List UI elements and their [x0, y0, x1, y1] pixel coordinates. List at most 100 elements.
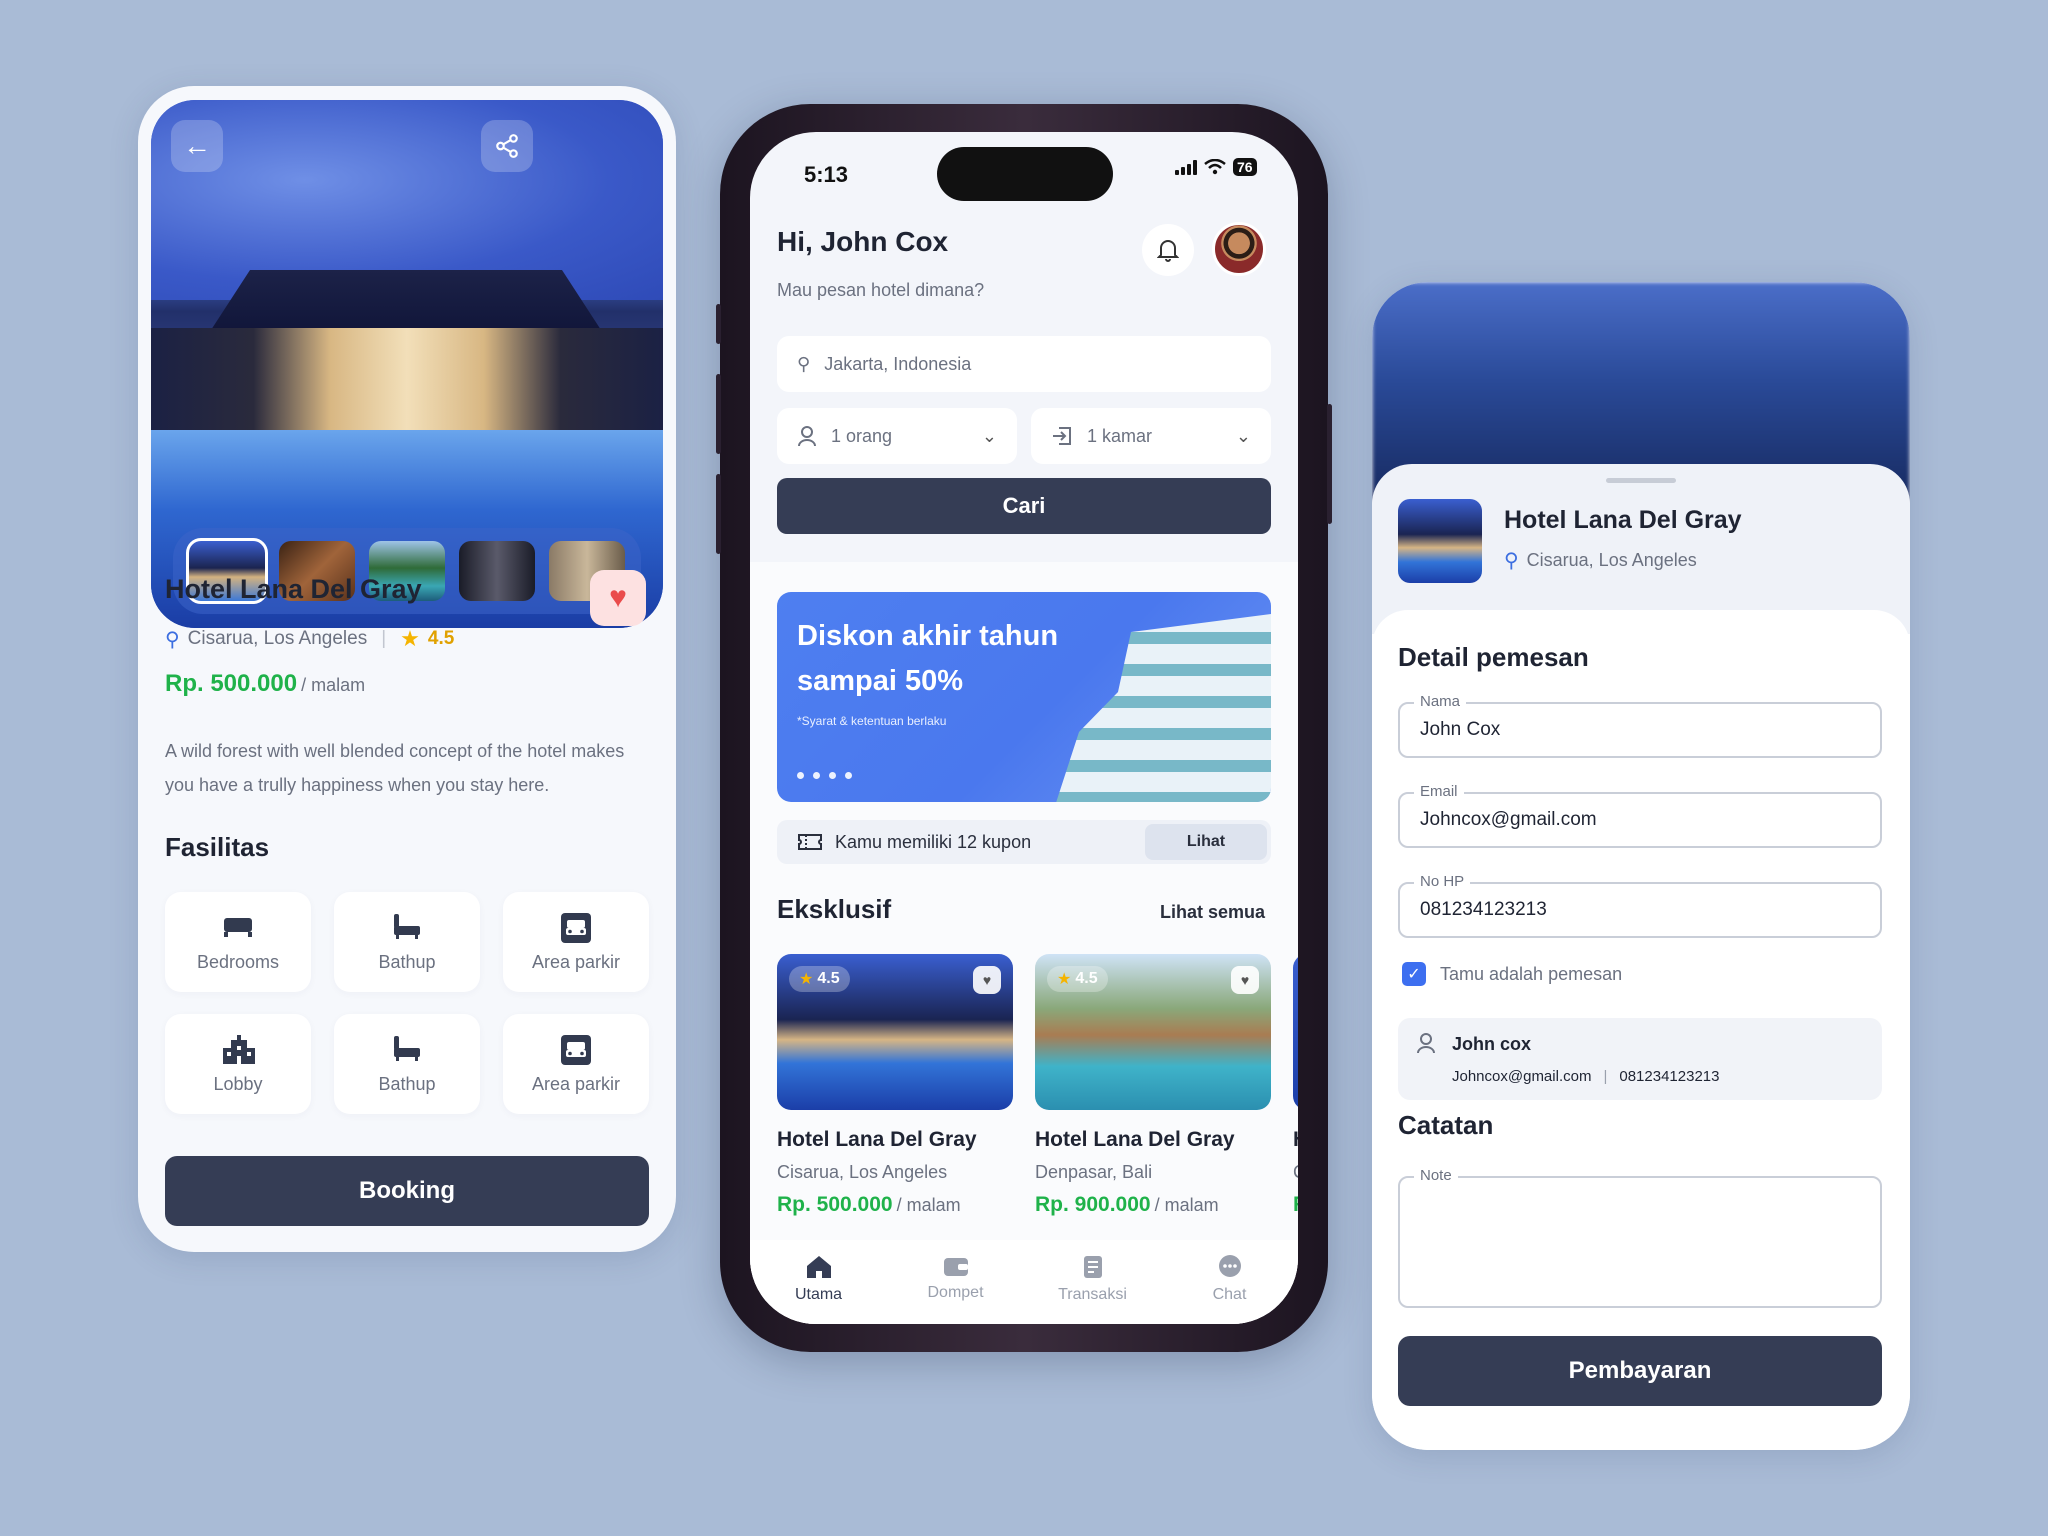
booking-form-card: Hotel Lana Del Gray ⚲ Cisarua, Los Angel… — [1372, 282, 1910, 1450]
hotel-card-name: Hotel Lana Del Gray — [777, 1128, 977, 1151]
avatar[interactable] — [1212, 222, 1266, 276]
wallet-icon — [943, 1258, 968, 1276]
facility-item[interactable]: Bathup — [334, 892, 480, 992]
heart-icon: ♥ — [609, 581, 627, 614]
price-value: Rp. 900.000 — [1035, 1193, 1151, 1216]
hotel-card[interactable]: ★ 4.5 ♥ Hotel Lana Del Gray Denpasar, Bal… — [1035, 954, 1271, 1217]
rooms-value: 1 kamar — [1087, 425, 1153, 446]
hotel-location: Cisarua, Los Angeles — [1526, 550, 1697, 570]
guest-is-booker-row: ✓ Tamu adalah pemesan — [1402, 962, 1622, 986]
separator: | — [381, 628, 387, 649]
carousel-dots[interactable] — [797, 772, 852, 779]
bathtub-icon — [390, 1034, 424, 1064]
location-input[interactable]: ⚲ Jakarta, Indonesia — [777, 336, 1271, 392]
facility-item[interactable]: Bathup — [334, 1014, 480, 1114]
promo-banner[interactable]: Diskon akhir tahun sampai 50% *Syarat & … — [777, 592, 1271, 802]
see-all-link[interactable]: Lihat semua — [1160, 902, 1265, 923]
location-pin-icon: ⚲ — [1504, 550, 1519, 572]
field-label: Note — [1414, 1167, 1458, 1184]
facility-item[interactable]: Lobby — [165, 1014, 311, 1114]
phone-field[interactable]: No HP 081234123213 — [1398, 873, 1882, 938]
form-body: Detail pemesan Nama John Cox Email Johnc… — [1372, 610, 1910, 1450]
hotel-card-name: H — [1293, 1128, 1298, 1152]
note-textarea[interactable]: Note — [1398, 1167, 1882, 1308]
hotel-price: Rp. 500.000 / malam — [165, 670, 365, 698]
hotel-summary: Hotel Lana Del Gray ⚲ Cisarua, Los Angel… — [1372, 464, 1910, 634]
star-icon: ★ — [799, 971, 814, 988]
search-button[interactable]: Cari — [777, 478, 1271, 534]
check-icon: ✓ — [1407, 966, 1421, 983]
car-icon — [559, 1034, 593, 1065]
facility-label: Bathup — [378, 951, 436, 972]
facility-item[interactable]: Bedrooms — [165, 892, 311, 992]
hotel-location-row: ⚲ Cisarua, Los Angeles — [1504, 548, 1697, 573]
tab-transaksi[interactable]: Transaksi — [1043, 1254, 1143, 1324]
favorite-button[interactable]: ♥ — [973, 966, 1001, 994]
field-label: Email — [1414, 783, 1464, 800]
user-icon — [798, 426, 816, 447]
favorite-button[interactable]: ♥ — [1231, 966, 1259, 994]
price-unit: / malam — [896, 1195, 961, 1215]
location-value: Jakarta, Indonesia — [824, 353, 972, 374]
field-value: Johncox@gmail.com — [1420, 809, 1597, 830]
greeting-subtitle: Mau pesan hotel dimana? — [777, 280, 985, 300]
payment-button[interactable]: Pembayaran — [1398, 1336, 1882, 1406]
facility-label: Area parkir — [531, 951, 621, 972]
hotel-detail-card: ← Hotel Lana Del Gray ♥ ⚲ Cisarua, Los A… — [138, 86, 676, 1252]
user-icon — [1417, 1033, 1435, 1054]
share-button[interactable] — [481, 120, 533, 172]
guest-name: John cox — [1452, 1034, 1532, 1054]
view-coupons-button[interactable]: Lihat — [1145, 824, 1267, 860]
hotel-card-price: Rp. 500.000 / malam — [777, 1193, 1013, 1217]
hotel-card-price: R — [1293, 1193, 1298, 1217]
tab-chat[interactable]: Chat — [1180, 1254, 1280, 1324]
field-value: 081234123213 — [1420, 899, 1547, 920]
status-icons: 76 — [1175, 158, 1257, 176]
favorite-button[interactable]: ♥ — [590, 570, 646, 626]
facility-label: Bathup — [378, 1073, 436, 1094]
wifi-icon — [1204, 159, 1226, 175]
tab-label: Utama — [794, 1286, 843, 1303]
guest-email: Johncox@gmail.com — [1452, 1068, 1592, 1085]
booking-button[interactable]: Booking — [165, 1156, 649, 1226]
price-unit: / malam — [301, 675, 366, 695]
guest-phone: 081234123213 — [1619, 1068, 1720, 1085]
hotel-card[interactable]: H C R — [1293, 954, 1298, 1217]
promo-note: *Syarat & ketentuan berlaku — [797, 714, 947, 728]
hotel-card[interactable]: ★ 4.5 ♥ Hotel Lana Del Gray Cisarua, Los … — [777, 954, 1013, 1217]
guests-select[interactable]: 1 orang ⌄ — [777, 408, 1017, 464]
email-field[interactable]: Email Johncox@gmail.com — [1398, 783, 1882, 848]
tab-utama[interactable]: Utama — [769, 1254, 869, 1324]
chevron-down-icon: ⌄ — [981, 425, 997, 446]
bell-icon — [1157, 240, 1179, 262]
hotel-card-image — [1293, 954, 1298, 1110]
back-button[interactable]: ← — [171, 120, 223, 172]
name-field[interactable]: Nama John Cox — [1398, 693, 1882, 758]
guest-is-booker-checkbox[interactable]: ✓ — [1402, 962, 1426, 986]
tab-dompet[interactable]: Dompet — [906, 1254, 1006, 1324]
notification-button[interactable] — [1142, 224, 1194, 276]
tab-label: Chat — [1212, 1286, 1247, 1303]
bathtub-icon — [390, 912, 424, 942]
guest-contact: Johncox@gmail.com | 081234123213 — [1452, 1068, 1719, 1085]
gallery-thumbnail[interactable] — [459, 541, 535, 601]
hotel-card-location: C — [1293, 1162, 1298, 1183]
heart-icon: ♥ — [1240, 972, 1250, 988]
rooms-select[interactable]: 1 kamar ⌄ — [1031, 408, 1271, 464]
facility-item[interactable]: Area parkir — [503, 892, 649, 992]
hotel-card-image: ★ 4.5 ♥ — [777, 954, 1013, 1110]
share-icon — [496, 134, 518, 158]
price-unit: / malam — [1154, 1195, 1219, 1215]
facilities-grid: Bedrooms Bathup Area parkir Lobby Bathup — [165, 892, 649, 1114]
sheet-handle[interactable] — [1606, 478, 1676, 483]
chevron-down-icon: ⌄ — [1235, 425, 1251, 446]
hotel-card-name: Hotel Lana Del Gray — [1035, 1128, 1235, 1151]
facility-label: Bedrooms — [196, 951, 280, 972]
section-title: Detail pemesan — [1398, 642, 1589, 672]
signal-icon — [1175, 159, 1197, 175]
hotel-card-location: Denpasar, Bali — [1035, 1162, 1153, 1182]
facility-item[interactable]: Area parkir — [503, 1014, 649, 1114]
rating-badge: ★ 4.5 — [1047, 966, 1108, 992]
field-value: John Cox — [1420, 719, 1501, 740]
tab-label: Dompet — [927, 1284, 984, 1301]
